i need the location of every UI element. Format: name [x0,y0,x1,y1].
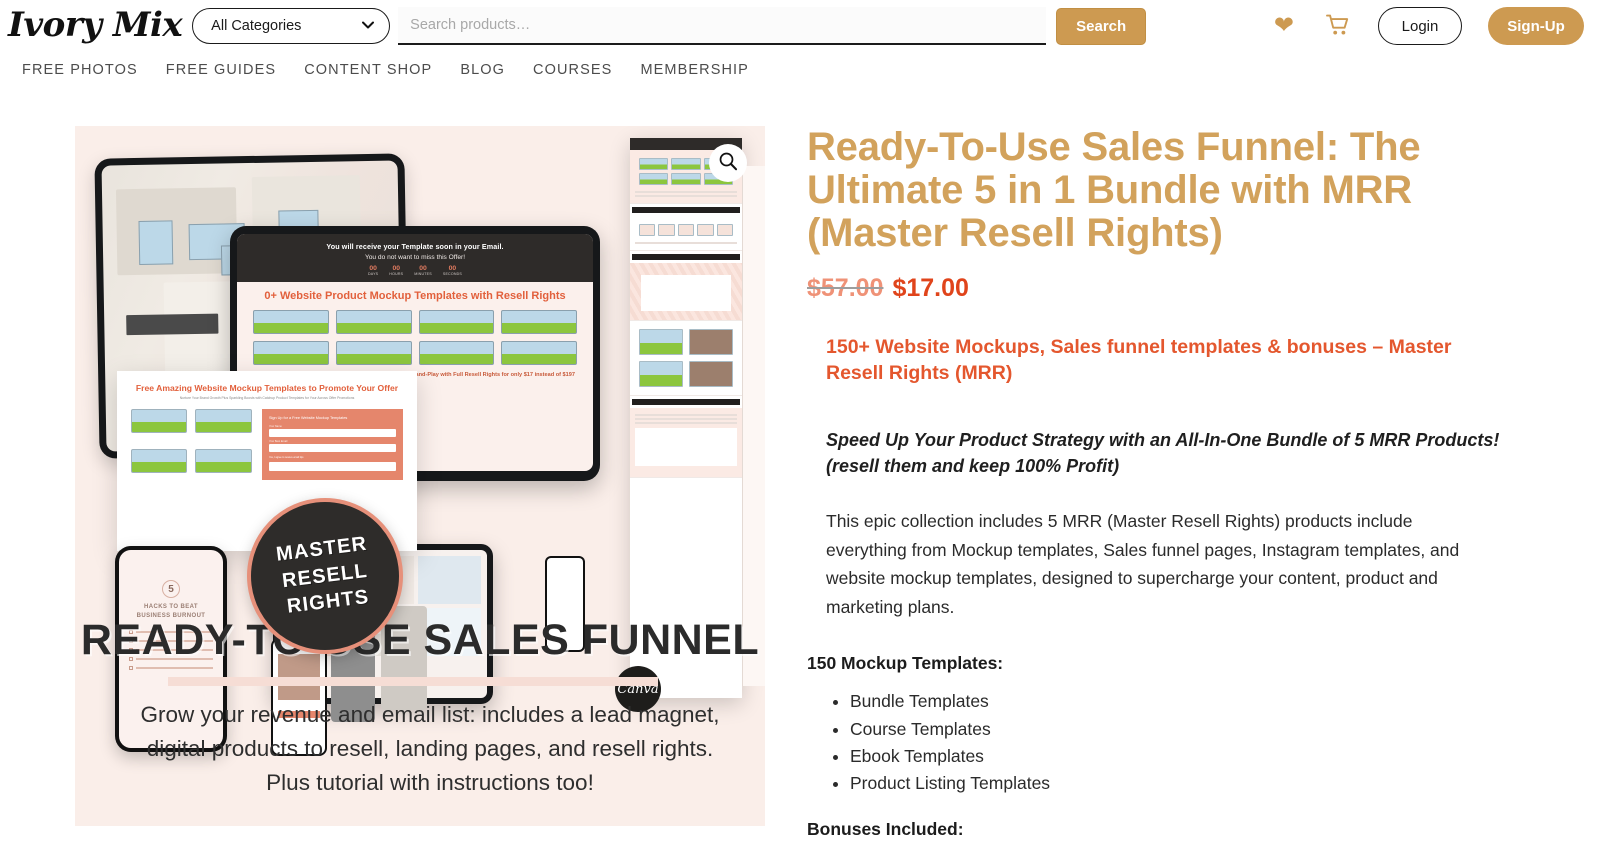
countdown-value: 00 [392,265,401,272]
mock-optin-form: Sign Up for a Free Website Mockup Templa… [261,409,403,481]
wishlist-button[interactable]: ❤ [1274,14,1294,38]
mock-countdown-headline: You will receive your Template soon in y… [326,242,504,251]
mock-long-scroll [630,138,742,698]
mock-right-panel [743,166,765,686]
site-logo[interactable]: Ivory Mix [8,8,183,44]
mock-optin-field1-label: Your Name [268,425,282,429]
nav-item-free-photos[interactable]: FREE PHOTOS [22,62,138,78]
login-button[interactable]: Login [1378,7,1462,45]
mock-optin-title: Free Amazing Website Mockup Templates to… [135,383,399,393]
mock-scroll-section [630,216,742,251]
mock-optin-checkbox-label: Yes, I agree to receive email tips [268,456,304,460]
primary-nav: FREE PHOTOS FREE GUIDES CONTENT SHOP BLO… [0,52,1600,86]
countdown-label: DAYS [367,272,379,276]
product-page-main: You will receive your Template soon in y… [0,86,1600,854]
product-summary: Ready-To-Use Sales Funnel: The Ultimate … [807,126,1507,854]
nav-item-blog[interactable]: BLOG [460,62,505,78]
category-select-wrapper: All Categories [192,8,391,44]
price-sale: $17.00 [892,274,969,303]
description-heading: 150+ Website Mockups, Sales funnel templ… [826,336,1452,385]
search-button[interactable]: Search [1056,7,1147,45]
mock-optin-field2-label: Your Best Email [268,440,288,444]
mock-funnel-headline: 0+ Website Product Mockup Templates with… [264,290,566,302]
gallery-banner-rule [168,677,658,686]
mock-device-grid [237,306,593,371]
cart-button[interactable] [1326,14,1350,39]
list-item: Product Listing Templates [850,770,1507,797]
mock-optin-devices [131,409,252,480]
mock-optin-body: Sign Up for a Free Website Mockup Templa… [117,409,417,481]
magnifier-icon [718,151,738,176]
cart-icon [1326,14,1350,39]
list-item: Bundle Templates [850,688,1507,715]
countdown-value: 00 [369,265,377,272]
heart-icon: ❤ [1273,12,1294,39]
price-row: $57.00 $17.00 [807,274,1507,303]
mock-optin-field1 [268,429,396,438]
nav-item-membership[interactable]: MEMBERSHIP [640,62,749,78]
description-tagline: Speed Up Your Product Strategy with an A… [826,430,1500,477]
mock-scroll-section [630,263,742,321]
description-paragraph: This epic collection includes 5 MRR (Mas… [826,511,1460,617]
mock-optin-form-title: Sign Up for a Free Website Mockup Templa… [268,416,348,421]
site-header: Ivory Mix All Categories Search ❤ Login … [0,0,1600,52]
mock-optin-sub: Nurture Your Brand Growth Plus Sparkling… [179,396,355,400]
list-item: Course Templates [850,716,1507,743]
mock-scroll-section [630,408,742,478]
mock-phone-number: 5 [162,580,180,598]
nav-item-free-guides[interactable]: FREE GUIDES [166,62,276,78]
mock-scroll-section [630,321,742,396]
countdown-label: MINUTES [414,272,432,276]
mockups-list: Bundle Templates Course Templates Ebook … [826,688,1507,797]
product-image[interactable]: You will receive your Template soon in y… [75,126,765,826]
gallery-banner-body: Grow your revenue and email list: includ… [140,702,720,795]
list-item: Ebook Templates [850,743,1507,770]
price-original: $57.00 [807,274,884,303]
countdown-value: 00 [419,265,427,272]
mock-countdown-subline: You do not want to miss this Offer! [364,254,466,261]
mockups-heading: 150 Mockup Templates: [807,653,1004,674]
mock-countdown-units: 00 DAYS 00 HOURS 00 MINUTES 00 SECONDS [241,265,589,276]
nav-item-courses[interactable]: COURSES [533,62,612,78]
signup-button[interactable]: Sign-Up [1488,7,1584,45]
category-select[interactable]: All Categories [192,8,391,44]
bonuses-heading: Bonuses Included: [807,818,964,839]
product-description: 150+ Website Mockups, Sales funnel templ… [807,335,1507,840]
nav-item-content-shop[interactable]: CONTENT SHOP [304,62,432,78]
mock-optin-submit [268,462,396,472]
mock-optin-field2 [268,444,396,453]
countdown-value: 00 [448,265,457,272]
gallery-banner-title: READY-TO-USE SALES FUNNEL [80,616,760,664]
mock-countdown-bar: You will receive your Template soon in y… [237,234,593,282]
search-input[interactable] [398,7,1047,45]
countdown-label: SECONDS [442,272,463,276]
image-zoom-button[interactable] [709,144,747,182]
countdown-label: HOURS [389,272,404,276]
page-title: Ready-To-Use Sales Funnel: The Ultimate … [807,125,1421,255]
product-gallery-column: You will receive your Template soon in y… [75,126,765,854]
